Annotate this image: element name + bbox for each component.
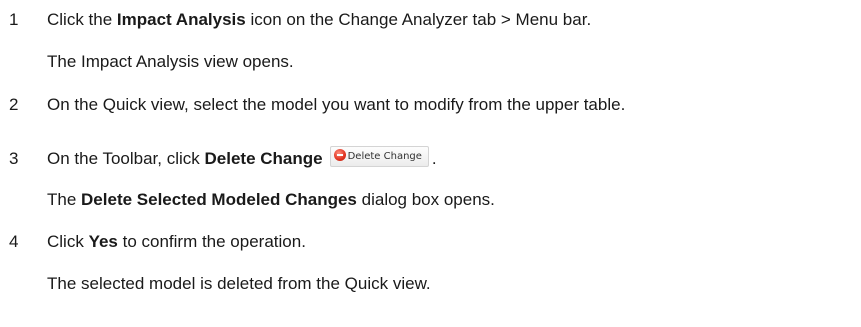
ui-term-yes: Yes	[88, 232, 118, 251]
step-instruction: On the Toolbar, click Delete Change Delet…	[47, 146, 437, 170]
minus-circle-icon	[333, 149, 346, 162]
step-instruction: Click Yes to confirm the operation.	[47, 232, 306, 251]
step-result: The selected model is deleted from the Q…	[47, 274, 431, 293]
ui-term-delete-change: Delete Change	[204, 149, 323, 168]
step-result: The Delete Selected Modeled Changes dial…	[47, 190, 495, 209]
step-instruction: On the Quick view, select the model you …	[47, 95, 626, 114]
step-result: The Impact Analysis view opens.	[47, 52, 294, 71]
step-instruction: Click the Impact Analysis icon on the Ch…	[47, 10, 592, 29]
ui-term-dialog-title: Delete Selected Modeled Changes	[81, 190, 357, 209]
ui-term-impact-analysis: Impact Analysis	[116, 10, 246, 29]
delete-change-button[interactable]: Delete Change	[329, 146, 429, 168]
step-number: 2	[9, 95, 19, 114]
step-number: 1	[9, 10, 19, 29]
delete-change-button-label: Delete Change	[347, 151, 422, 163]
step-number: 3	[9, 149, 19, 168]
step-number: 4	[9, 232, 19, 251]
